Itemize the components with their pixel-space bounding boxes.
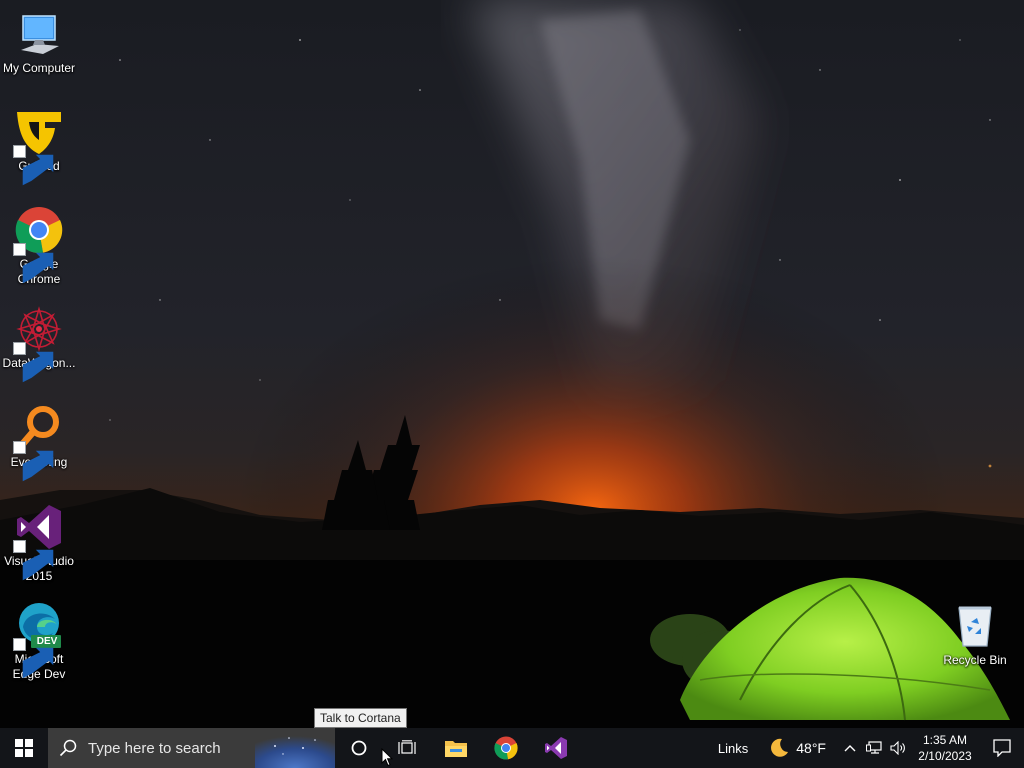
search-highlight-image bbox=[255, 728, 335, 768]
shortcut-arrow-icon bbox=[13, 540, 54, 581]
taskbar-clock[interactable]: 1:35 AM 2/10/2023 bbox=[910, 728, 980, 768]
clock-time: 1:35 AM bbox=[922, 733, 968, 747]
links-toolbar[interactable]: Links bbox=[704, 728, 762, 768]
edge-dev-icon: DEV bbox=[13, 601, 63, 679]
cortana-icon bbox=[351, 740, 367, 756]
start-button[interactable] bbox=[0, 728, 48, 768]
chrome-icon bbox=[494, 736, 518, 760]
taskbar-file-explorer[interactable] bbox=[431, 728, 481, 768]
clock-date: 2/10/2023 bbox=[918, 749, 972, 763]
network-icon bbox=[866, 741, 882, 754]
shortcut-arrow-icon bbox=[13, 441, 54, 482]
cortana-button[interactable] bbox=[335, 728, 383, 768]
chrome-icon bbox=[13, 206, 63, 284]
task-view-icon bbox=[398, 740, 416, 754]
computer-icon bbox=[15, 10, 63, 58]
windows-logo-icon bbox=[15, 739, 33, 757]
shortcut-arrow-icon bbox=[13, 638, 54, 679]
weather-temperature: 48°F bbox=[796, 740, 826, 756]
shortcut-arrow-icon bbox=[13, 243, 54, 284]
moon-icon bbox=[771, 738, 789, 757]
desktop-icon-google-chrome[interactable]: Google Chrome bbox=[0, 206, 78, 287]
visual-studio-icon bbox=[545, 737, 567, 759]
visual-studio-icon bbox=[13, 503, 63, 581]
mouse-cursor-icon bbox=[381, 747, 394, 768]
taskbar-search-box[interactable]: Type here to search bbox=[48, 728, 335, 768]
shortcut-arrow-icon bbox=[13, 342, 54, 383]
notification-icon bbox=[993, 739, 1011, 757]
desktop-icon-label: Recycle Bin bbox=[943, 653, 1007, 667]
show-hidden-icons-button[interactable] bbox=[838, 728, 862, 768]
desktop-icon-datawagon[interactable]: DataWagon... bbox=[0, 305, 78, 383]
cortana-tooltip: Talk to Cortana bbox=[314, 708, 407, 728]
network-button[interactable] bbox=[862, 728, 886, 768]
desktop-icon-microsoft-edge-dev[interactable]: DEV Microsoft Edge Dev bbox=[0, 601, 78, 682]
taskbar-chrome[interactable] bbox=[481, 728, 531, 768]
desktop-icon-everything[interactable]: Everything bbox=[0, 404, 78, 482]
file-explorer-icon bbox=[445, 741, 467, 757]
search-placeholder: Type here to search bbox=[88, 739, 221, 757]
action-center-button[interactable] bbox=[980, 728, 1024, 768]
everything-search-icon bbox=[13, 404, 63, 482]
volume-button[interactable] bbox=[886, 728, 910, 768]
desktop-icon-label: My Computer bbox=[2, 61, 76, 75]
desktop-icon-guilded[interactable]: Guilded bbox=[0, 108, 78, 186]
chevron-up-icon bbox=[844, 745, 856, 752]
recycle-bin-icon bbox=[951, 602, 999, 650]
datawagon-icon bbox=[13, 305, 63, 383]
weather-widget[interactable]: 48°F bbox=[762, 728, 832, 768]
desktop-wallpaper bbox=[0, 0, 1024, 728]
desktop-icon-visual-studio-2015[interactable]: Visual Studio 2015 bbox=[0, 503, 78, 584]
guilded-icon bbox=[13, 108, 63, 186]
speaker-icon bbox=[890, 741, 905, 755]
desktop-icon-my-computer[interactable]: My Computer bbox=[0, 10, 78, 76]
desktop-icon-recycle-bin[interactable]: Recycle Bin bbox=[936, 602, 1014, 668]
taskbar-visual-studio[interactable] bbox=[531, 728, 581, 768]
taskbar: Type here to search Links 48°F 1:35 AM 2… bbox=[0, 728, 1024, 768]
search-icon bbox=[48, 739, 88, 757]
shortcut-arrow-icon bbox=[13, 145, 54, 186]
